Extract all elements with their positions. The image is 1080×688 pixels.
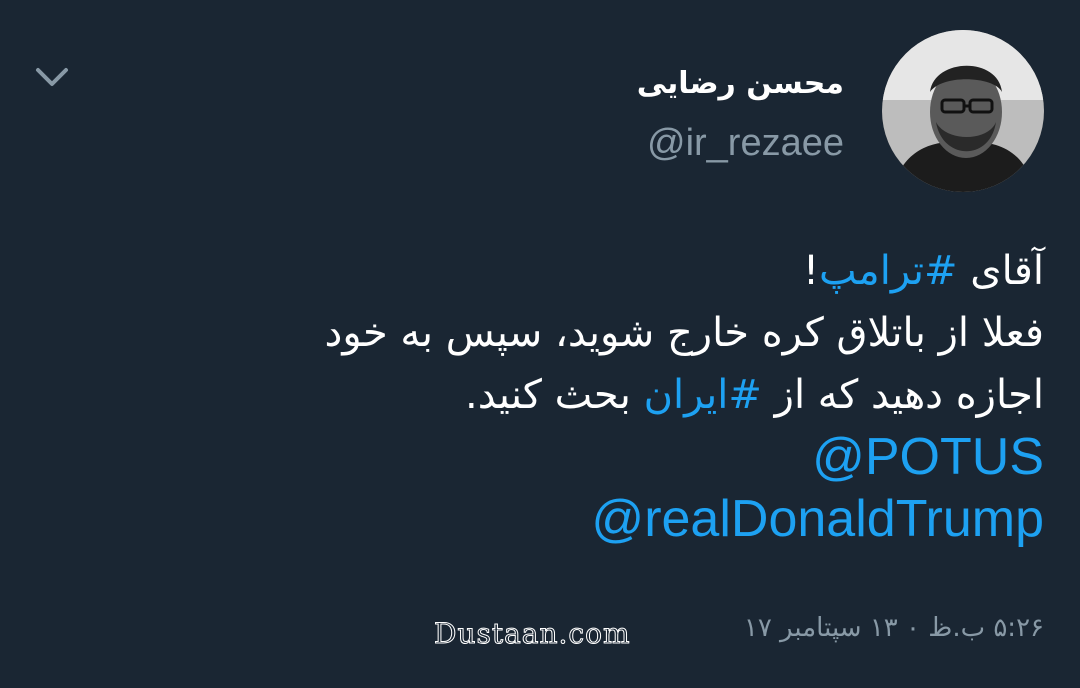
- hashtag-link[interactable]: #ایران: [644, 372, 762, 418]
- tweet-text: آقای #ترامپ! فعلا از باتلاق کره خارج شوی…: [84, 240, 1045, 550]
- tweet-text-segment: بحث کنید.: [465, 372, 644, 418]
- mention-link-realdonaldtrump[interactable]: @realDonaldTrump: [84, 488, 1044, 550]
- tweet-line-3: اجازه دهید که از #ایران بحث کنید.: [84, 364, 1044, 426]
- avatar[interactable]: [882, 30, 1044, 192]
- chevron-down-icon[interactable]: [30, 56, 74, 94]
- tweet-line-2: فعلا از باتلاق کره خارج شوید، سپس به خود: [324, 310, 1045, 356]
- tweet-timestamp[interactable]: ۵:۲۶ ب.ظ ۰ ۱۳ سپتامبر ۱۷: [744, 608, 1044, 648]
- tweet-text-segment: !: [802, 248, 819, 294]
- tweet-card: محسن رضایی @ir_rezaee آقای #ترامپ! فعلا …: [0, 0, 1080, 688]
- display-name[interactable]: محسن رضایی: [637, 62, 844, 106]
- tweet-text-segment: اجازه دهید که از: [761, 372, 1044, 418]
- hashtag-link[interactable]: #ترامپ: [819, 248, 958, 294]
- watermark: Dustaan.com: [434, 617, 631, 651]
- person-portrait-icon: [882, 30, 1044, 192]
- mention-link-potus[interactable]: @POTUS: [84, 426, 1044, 488]
- tweet-line-1: آقای #ترامپ!: [84, 240, 1044, 302]
- tweet-text-segment: آقای: [957, 248, 1044, 294]
- user-handle[interactable]: @ir_rezaee: [647, 120, 844, 166]
